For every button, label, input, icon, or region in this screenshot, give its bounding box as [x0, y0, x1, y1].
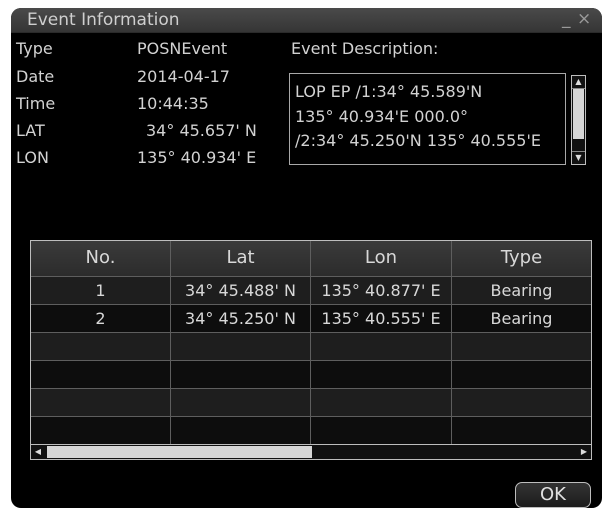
table-cell[interactable]: 34° 45.250' N — [171, 305, 311, 333]
description-line: LOP EP /1:34° 45.589'N — [295, 82, 483, 101]
table-cell[interactable]: Bearing — [452, 305, 591, 333]
event-description-box[interactable]: LOP EP /1:34° 45.589'N 135° 40.934'E 000… — [289, 73, 566, 165]
column-header-no[interactable]: No. — [31, 241, 171, 277]
description-line: 135° 40.934'E 000.0° — [295, 107, 469, 126]
table-cell[interactable] — [31, 417, 171, 445]
scroll-up-icon[interactable]: ▲ — [572, 76, 585, 89]
table-cell[interactable] — [171, 417, 311, 445]
table-cell[interactable] — [311, 333, 452, 361]
table-cell[interactable] — [452, 389, 591, 417]
ok-button[interactable]: OK — [515, 482, 591, 508]
lon-value: 135° 40.934' E — [137, 148, 257, 167]
table-cell[interactable] — [311, 361, 452, 389]
date-value: 2014-04-17 — [137, 67, 230, 86]
date-label: Date — [16, 67, 55, 86]
time-label: Time — [16, 94, 56, 113]
lat-value: 34° 45.657' N — [146, 121, 257, 140]
event-points-table: No. Lat Lon Type 1 34° 45.488' N 135° 40… — [30, 240, 592, 458]
table-cell[interactable] — [171, 361, 311, 389]
table-cell[interactable]: 135° 40.555' E — [311, 305, 452, 333]
table-cell[interactable] — [311, 389, 452, 417]
table-cell[interactable] — [311, 417, 452, 445]
table-horizontal-scrollbar[interactable]: ◀ ▶ — [30, 444, 592, 460]
description-scrollbar[interactable]: ▲ ▼ — [571, 75, 586, 165]
lat-label: LAT — [16, 121, 45, 140]
scroll-thumb[interactable] — [573, 89, 584, 139]
table-cell[interactable] — [31, 389, 171, 417]
type-value: POSNEvent — [137, 39, 228, 58]
table-cell[interactable]: Bearing — [452, 277, 591, 305]
time-value: 10:44:35 — [137, 94, 209, 113]
table-cell[interactable]: 135° 40.877' E — [311, 277, 452, 305]
table-cell[interactable] — [171, 389, 311, 417]
close-icon[interactable]: × — [577, 9, 591, 29]
title-bar[interactable]: Event Information _ × — [11, 8, 602, 33]
lon-label: LON — [16, 148, 49, 167]
column-header-type[interactable]: Type — [452, 241, 591, 277]
type-label: Type — [16, 39, 53, 58]
table-cell[interactable]: 2 — [31, 305, 171, 333]
description-line: /2:34° 45.250'N 135° 40.555'E — [295, 131, 541, 150]
column-header-lat[interactable]: Lat — [171, 241, 311, 277]
table-cell[interactable] — [452, 417, 591, 445]
event-information-dialog: Event Information _ × Type POSNEvent Dat… — [11, 8, 602, 508]
table-cell[interactable]: 1 — [31, 277, 171, 305]
scroll-left-icon[interactable]: ◀ — [31, 445, 45, 459]
scroll-thumb[interactable] — [47, 446, 312, 458]
minimize-icon[interactable]: _ — [562, 9, 571, 29]
event-description-label: Event Description: — [291, 39, 439, 58]
table-cell[interactable] — [171, 333, 311, 361]
table-cell[interactable] — [452, 361, 591, 389]
scroll-right-icon[interactable]: ▶ — [577, 445, 591, 459]
table-cell[interactable] — [452, 333, 591, 361]
dialog-title: Event Information — [27, 10, 180, 30]
column-header-lon[interactable]: Lon — [311, 241, 452, 277]
table-cell[interactable] — [31, 333, 171, 361]
table-cell[interactable]: 34° 45.488' N — [171, 277, 311, 305]
scroll-down-icon[interactable]: ▼ — [572, 151, 585, 164]
table-cell[interactable] — [31, 361, 171, 389]
